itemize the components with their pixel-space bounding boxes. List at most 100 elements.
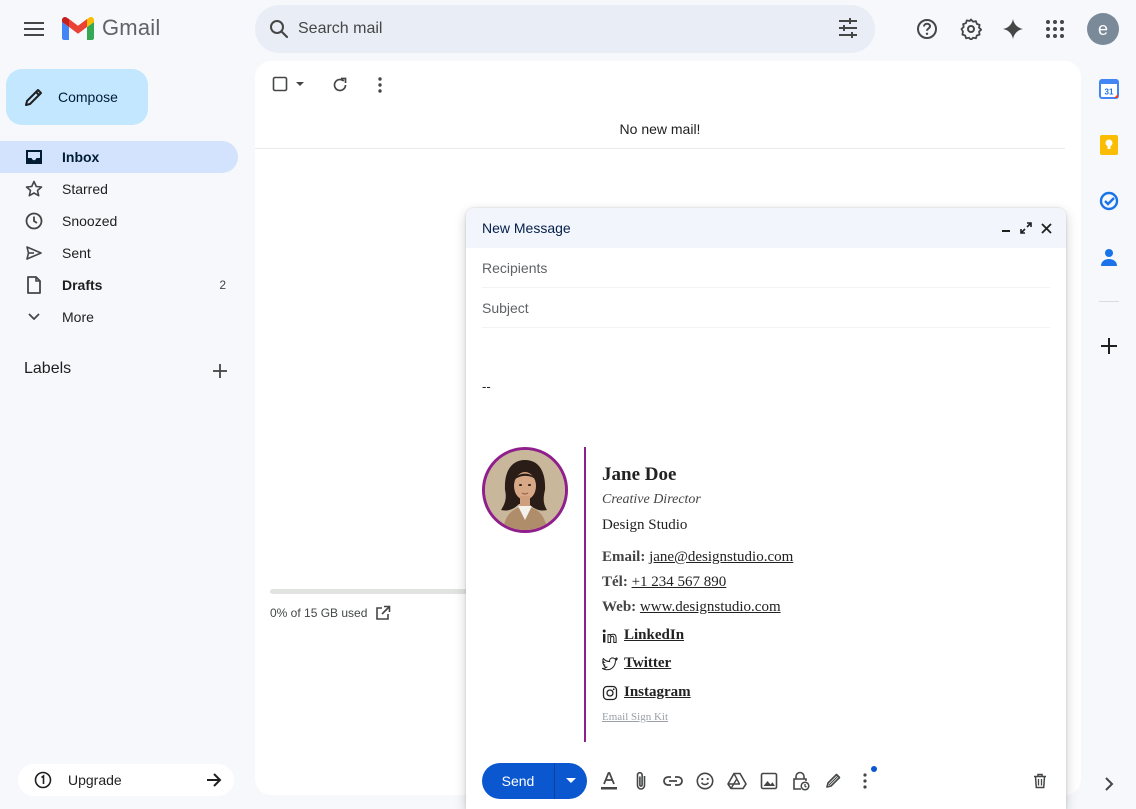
insert-photo-button[interactable] — [758, 770, 780, 792]
sidebar-item-more[interactable]: More — [0, 301, 238, 333]
confidential-mode-button[interactable] — [790, 770, 812, 792]
gemini-button[interactable] — [993, 9, 1033, 49]
fullscreen-button[interactable] — [1018, 220, 1034, 236]
insert-link-button[interactable] — [662, 770, 684, 792]
signature-web-row: Web: www.designstudio.com — [602, 599, 781, 616]
empty-inbox-message: No new mail! — [619, 121, 701, 137]
sidebar-item-snoozed[interactable]: Snoozed — [0, 205, 238, 237]
signature-email-row: Email: jane@designstudio.com — [602, 549, 793, 566]
open-external-icon[interactable] — [375, 605, 391, 621]
settings-button[interactable] — [951, 9, 991, 49]
refresh-button[interactable] — [330, 75, 350, 95]
notification-dot — [871, 766, 877, 772]
plus-icon — [1101, 338, 1117, 354]
labels-heading: Labels — [24, 360, 72, 377]
keep-icon — [1100, 135, 1118, 155]
signature-photo — [482, 447, 568, 533]
compose-header[interactable]: New Message — [466, 208, 1066, 248]
signature-phone-row: Tél: +1 234 567 890 — [602, 574, 726, 591]
show-side-panel-button[interactable] — [1097, 772, 1121, 796]
contacts-app[interactable] — [1097, 245, 1121, 269]
send-button[interactable]: Send — [482, 763, 554, 799]
sidebar-item-starred[interactable]: Starred — [0, 173, 238, 205]
twitter-icon — [602, 656, 618, 670]
signature-linkedin-link[interactable]: LinkedIn — [624, 627, 684, 644]
apps-button[interactable] — [1035, 9, 1075, 49]
help-icon — [917, 19, 937, 39]
text-format-icon — [601, 772, 617, 790]
minimize-button[interactable] — [998, 220, 1014, 236]
storage-meter — [270, 589, 470, 594]
signature-name: Jane Doe — [602, 464, 677, 485]
caret-down-icon — [566, 778, 576, 783]
send-options-button[interactable] — [554, 763, 587, 799]
insert-emoji-button[interactable] — [694, 770, 716, 792]
main-menu-button[interactable] — [14, 9, 54, 49]
signature-accent-line — [584, 447, 586, 742]
sparkle-icon — [1003, 19, 1023, 39]
sidebar-item-drafts[interactable]: Drafts 2 — [0, 269, 238, 301]
arrow-right-icon — [207, 773, 222, 787]
create-label-button[interactable] — [208, 359, 232, 383]
send-icon — [26, 246, 42, 260]
apps-grid-icon — [1046, 20, 1064, 38]
signature-linkedin: LinkedIn — [602, 627, 684, 644]
search-options-icon[interactable] — [837, 17, 859, 39]
sidebar-item-sent[interactable]: Sent — [0, 237, 238, 269]
storage-usage: 0% of 15 GB used — [270, 605, 391, 621]
search-bar[interactable] — [255, 5, 875, 53]
image-icon — [760, 772, 778, 790]
formatting-options-button[interactable] — [598, 770, 620, 792]
compose-label: Compose — [58, 89, 118, 105]
search-icon[interactable] — [267, 17, 291, 41]
upgrade-button[interactable]: Upgrade — [18, 764, 234, 796]
get-addons-button[interactable] — [1097, 334, 1121, 358]
account-avatar[interactable]: e — [1087, 13, 1119, 45]
gmail-logo[interactable]: Gmail — [62, 15, 160, 41]
calendar-app[interactable]: 31 — [1097, 77, 1121, 101]
sidebar-item-label: Sent — [62, 245, 91, 261]
close-compose-button[interactable] — [1038, 220, 1054, 236]
caret-down-icon[interactable] — [292, 76, 308, 92]
chevron-down-icon — [28, 313, 40, 321]
trash-icon — [1034, 773, 1046, 789]
tasks-app[interactable] — [1097, 189, 1121, 213]
discard-draft-button[interactable] — [1029, 770, 1051, 792]
signature-instagram-link[interactable]: Instagram — [624, 684, 691, 701]
sidebar-item-label: Inbox — [62, 149, 100, 165]
refresh-icon — [333, 77, 347, 92]
plus-icon — [213, 364, 227, 378]
support-button[interactable] — [907, 9, 947, 49]
signature-email-link[interactable]: jane@designstudio.com — [649, 549, 793, 565]
tasks-icon — [1099, 191, 1119, 211]
signature-web-link[interactable]: www.designstudio.com — [640, 599, 781, 615]
close-icon — [1040, 222, 1052, 234]
sidebar-item-label: Drafts — [62, 277, 103, 293]
attach-files-button[interactable] — [630, 770, 652, 792]
keep-app[interactable] — [1097, 133, 1121, 157]
insert-signature-button[interactable] — [822, 770, 844, 792]
expand-icon — [1020, 222, 1032, 234]
sidebar-item-inbox[interactable]: Inbox — [0, 141, 238, 173]
send-button-group: Send — [482, 763, 587, 799]
pencil-icon — [25, 89, 42, 106]
link-icon — [663, 776, 683, 786]
recipients-field[interactable] — [482, 248, 1050, 288]
signature-phone-link[interactable]: +1 234 567 890 — [632, 574, 727, 590]
more-options-button[interactable] — [370, 75, 390, 95]
compose-button[interactable]: Compose — [6, 69, 148, 125]
signature-twitter-link[interactable]: Twitter — [624, 655, 671, 672]
subject-input[interactable] — [482, 299, 1050, 316]
gmail-m-icon — [62, 16, 94, 40]
signature-email-label: Email: — [602, 549, 646, 565]
select-checkbox[interactable] — [272, 76, 308, 92]
search-input[interactable] — [298, 20, 818, 38]
signature-credit-link[interactable]: Email Sign Kit — [602, 711, 668, 723]
insert-drive-button[interactable] — [726, 770, 748, 792]
portrait-image — [485, 450, 565, 530]
more-compose-options-button[interactable] — [854, 770, 876, 792]
compose-title: New Message — [482, 220, 571, 236]
hamburger-icon — [24, 22, 44, 36]
recipients-input[interactable] — [482, 259, 1050, 276]
subject-field[interactable] — [482, 288, 1050, 328]
